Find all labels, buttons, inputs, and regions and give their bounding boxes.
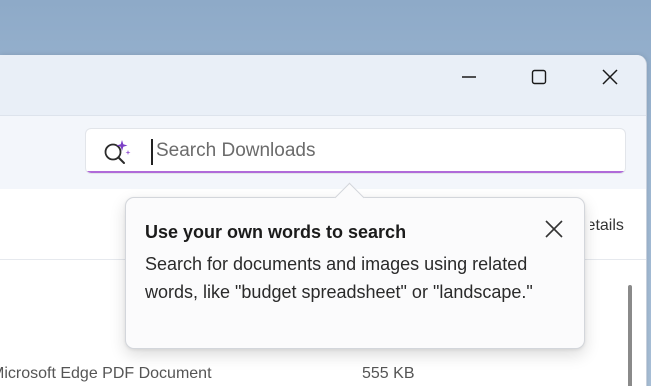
- teaching-tip-close-button[interactable]: [541, 216, 567, 242]
- address-toolbar: [0, 115, 646, 190]
- minimize-icon: [462, 76, 476, 78]
- file-size: 555 KB: [362, 365, 415, 382]
- search-input[interactable]: [156, 135, 596, 167]
- search-box[interactable]: [85, 128, 626, 174]
- text-caret: [151, 139, 153, 165]
- close-icon: [545, 220, 563, 238]
- search-focus-underline: [86, 171, 625, 173]
- file-type: Microsoft Edge PDF Document: [0, 365, 212, 382]
- list-item[interactable]: Microsoft Edge PDF Document 555 KB: [0, 361, 620, 386]
- title-bar: [0, 55, 646, 115]
- close-window-button[interactable]: [588, 61, 632, 93]
- ai-search-sparkle-icon: [104, 140, 131, 164]
- minimize-button[interactable]: [447, 61, 491, 93]
- teaching-tip: Use your own words to search Search for …: [125, 182, 585, 349]
- vertical-scrollbar[interactable]: [628, 285, 632, 386]
- maximize-button[interactable]: [517, 61, 561, 93]
- teaching-tip-body: Search for documents and images using re…: [145, 254, 533, 302]
- details-label: Details: [590, 217, 624, 234]
- teaching-tip-title: Use your own words to search: [145, 222, 407, 242]
- close-icon: [602, 69, 618, 85]
- maximize-icon: [531, 69, 547, 85]
- details-view-button[interactable]: Details: [590, 217, 630, 235]
